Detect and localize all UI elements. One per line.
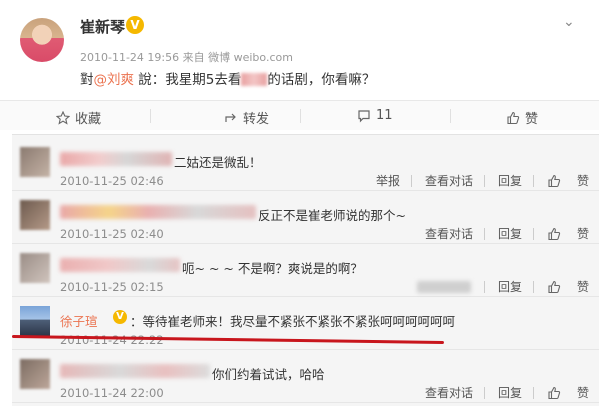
divider [483, 386, 485, 399]
divider [483, 280, 485, 293]
view-conversation-link[interactable]: 查看对话 [425, 225, 473, 242]
list-item: 二姑还是微乱！ 2010-11-25 02:46 举报 查看对话 回复 赞 [12, 139, 599, 191]
post-text-prefix: 對 [80, 72, 94, 88]
comment-button[interactable]: 11 [357, 108, 393, 123]
verified-badge-icon: V [126, 16, 144, 34]
thumbs-up-icon [548, 227, 561, 240]
comment-text: 你们约着试试，哈哈 [212, 367, 325, 382]
redacted-username [60, 152, 172, 166]
like-link[interactable]: 赞 [547, 225, 589, 242]
redacted-username [60, 205, 256, 219]
divider [483, 227, 485, 240]
thumbs-up-icon [507, 111, 520, 124]
post-text-mid: 說：我星期5去看 [134, 72, 242, 88]
commenter-avatar[interactable] [20, 200, 50, 230]
author-avatar[interactable] [20, 18, 64, 62]
comment-count: 11 [376, 108, 393, 123]
divider [532, 386, 534, 399]
thumbs-up-icon [548, 386, 561, 399]
mention-link[interactable]: @刘爽 [94, 72, 135, 88]
post-text: 對@刘爽 說：我星期5去看 的话剧，你看嘛？ [80, 68, 375, 88]
commenter-avatar[interactable] [20, 147, 50, 177]
comment-text: 呃~ ~ ~ 不是啊？爽说是的啊？ [182, 261, 363, 276]
comment-actions: 举报 查看对话 回复 赞 [363, 172, 589, 189]
view-conversation-link[interactable]: 查看对话 [425, 172, 473, 189]
divider [532, 174, 534, 187]
comment-actions: 查看对话 回复 赞 [412, 225, 589, 242]
reply-link[interactable]: 回复 [498, 384, 522, 401]
thumbs-up-icon [548, 174, 561, 187]
verified-badge-icon: V [113, 310, 127, 324]
view-conversation-link[interactable]: 查看对话 [425, 384, 473, 401]
list-item: 反正不是崔老师说的那个~ 2010-11-25 02:40 查看对话 回复 赞 [12, 192, 599, 244]
redacted-mention [241, 73, 268, 86]
divider [532, 280, 534, 293]
commenter-name[interactable]: 徐子瑄 [60, 311, 98, 330]
list-item: 呃~ ~ ~ 不是啊？爽说是的啊？ 2010-11-25 02:15 回复 赞 [12, 245, 599, 297]
divider [410, 174, 412, 187]
star-icon [56, 110, 70, 125]
thumbs-up-icon [548, 280, 561, 293]
reply-link[interactable]: 回复 [498, 278, 522, 295]
divider [483, 174, 485, 187]
collect-label: 收藏 [75, 112, 102, 127]
comment-time: 2010-11-25 02:46 [60, 174, 164, 188]
like-label: 赞 [576, 227, 589, 241]
comment-text: ：等待崔老师来！我尽量不紧张不紧张不紧张呵呵呵呵呵呵 [130, 314, 456, 329]
list-item: 徐子瑄 V ：等待崔老师来！我尽量不紧张不紧张不紧张呵呵呵呵呵呵 2010-11… [12, 298, 599, 350]
comment-actions: 查看对话 回复 赞 [412, 384, 589, 401]
chevron-down-icon[interactable]: ⌄ [563, 14, 575, 30]
redacted-link [416, 280, 471, 293]
like-label: 赞 [576, 386, 589, 400]
comment-actions: 回复 赞 [416, 278, 589, 295]
divider [150, 109, 151, 123]
list-item: 你们约着试试，哈哈 2010-11-24 22:00 查看对话 回复 赞 [12, 351, 599, 403]
divider [532, 227, 534, 240]
post-text-suffix: 的话剧，你看嘛？ [267, 72, 376, 88]
comment-icon [358, 109, 370, 122]
redacted-username [60, 258, 180, 272]
reply-link[interactable]: 回复 [498, 172, 522, 189]
divider [300, 109, 301, 123]
divider [450, 109, 451, 123]
comment-text: 反正不是崔老师说的那个~ [258, 208, 406, 223]
report-link[interactable]: 举报 [376, 172, 400, 189]
comment-time: 2010-11-24 22:00 [60, 386, 164, 400]
like-link[interactable]: 赞 [547, 172, 589, 189]
like-label: 赞 [576, 174, 589, 188]
commenter-avatar[interactable] [20, 253, 50, 283]
like-label: 赞 [576, 280, 589, 294]
like-button[interactable]: 赞 [506, 108, 538, 127]
action-bar: 收藏 转发 11 赞 [0, 100, 599, 130]
comment-time: 2010-11-25 02:15 [60, 280, 164, 294]
like-link[interactable]: 赞 [547, 384, 589, 401]
weibo-post: 崔新琴 V ⌄ 2010-11-24 19:56 来自 微博 weibo.com… [0, 0, 599, 100]
collect-button[interactable]: 收藏 [56, 108, 101, 127]
reply-link[interactable]: 回复 [498, 225, 522, 242]
comment-time: 2010-11-25 02:40 [60, 227, 164, 241]
comment-text: 二姑还是微乱！ [174, 155, 262, 170]
redacted-username [60, 364, 210, 378]
like-link[interactable]: 赞 [547, 278, 589, 295]
author-name[interactable]: 崔新琴 [80, 16, 125, 37]
forward-icon [225, 113, 236, 122]
post-meta: 2010-11-24 19:56 来自 微博 weibo.com [80, 51, 293, 64]
forward-button[interactable]: 转发 [224, 108, 269, 127]
comment-list: 二姑还是微乱！ 2010-11-25 02:46 举报 查看对话 回复 赞 反正… [12, 134, 599, 406]
forward-label: 转发 [243, 112, 270, 127]
like-label: 赞 [525, 112, 539, 127]
commenter-avatar[interactable] [20, 306, 50, 336]
commenter-avatar[interactable] [20, 359, 50, 389]
